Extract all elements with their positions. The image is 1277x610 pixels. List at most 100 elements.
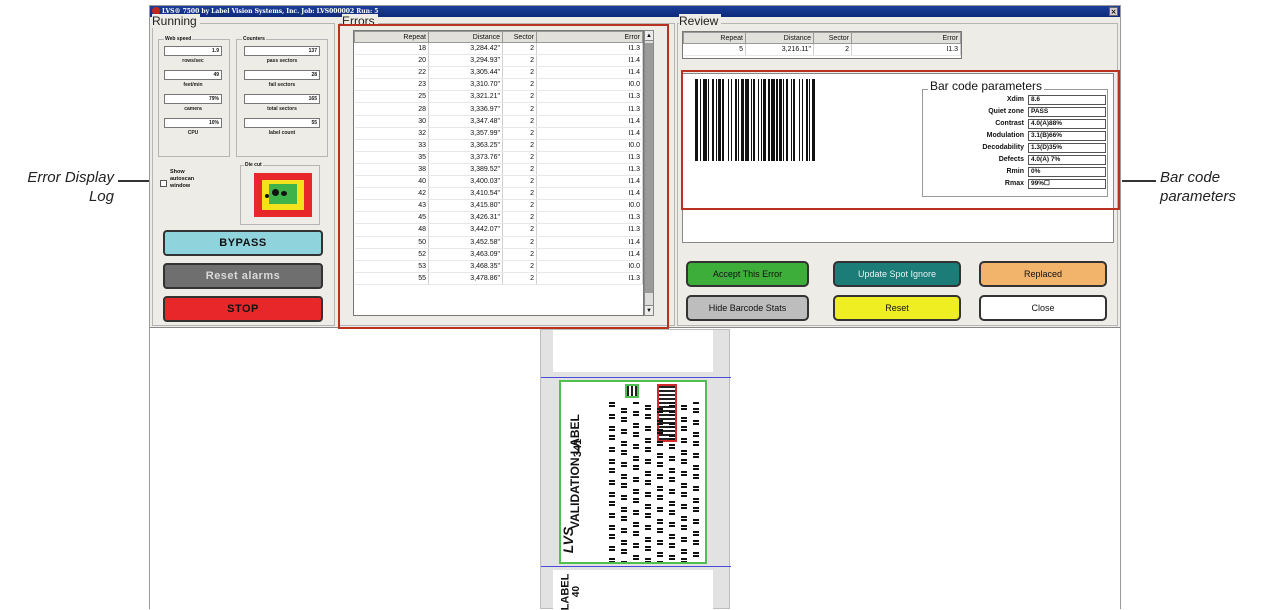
table-cell: 32 bbox=[354, 127, 429, 140]
show-autoscan-checkbox[interactable] bbox=[160, 180, 167, 187]
scroll-down-icon[interactable]: ▼ bbox=[645, 305, 653, 315]
barcode-param-name: Rmax bbox=[1004, 180, 1024, 187]
errors-col-repeat[interactable]: Repeat bbox=[354, 31, 429, 43]
fail-sectors-value: 28 bbox=[244, 70, 320, 80]
table-cell: 2 bbox=[502, 223, 537, 237]
table-cell: I1.4 bbox=[536, 187, 643, 201]
table-row[interactable]: 20 3,294.93" 2 I1.4 bbox=[354, 54, 643, 68]
table-cell: 3,284.42" bbox=[428, 42, 503, 56]
table-cell: 2 bbox=[502, 78, 537, 92]
table-cell: 3,400.03" bbox=[428, 175, 503, 189]
annotation-line-right bbox=[1122, 180, 1156, 182]
stop-button[interactable]: STOP bbox=[163, 296, 323, 322]
errors-col-error[interactable]: Error bbox=[536, 31, 643, 43]
validation-label: VALIDATION LABEL 341 LVS bbox=[559, 380, 707, 564]
table-row[interactable]: 22 3,305.44" 2 I1.4 bbox=[354, 66, 643, 80]
table-cell: 3,347.48" bbox=[428, 115, 503, 128]
table-row[interactable]: 50 3,452.58" 2 I1.4 bbox=[354, 236, 643, 249]
table-cell: I1.3 bbox=[536, 102, 643, 116]
update-spot-ignore-button[interactable]: Update Spot Ignore bbox=[833, 261, 961, 287]
scroll-up-icon[interactable]: ▲ bbox=[645, 31, 653, 41]
table-cell: I1.4 bbox=[536, 54, 643, 68]
table-cell: 25 bbox=[354, 90, 429, 104]
barcode-param-value: 3.1(B)66% bbox=[1028, 131, 1106, 141]
table-cell: 2 bbox=[502, 90, 537, 104]
table-row[interactable]: 45 3,426.31" 2 I1.3 bbox=[354, 211, 643, 225]
table-cell: 3,452.58" bbox=[428, 236, 503, 249]
reset-button[interactable]: Reset bbox=[833, 295, 961, 321]
table-row[interactable]: 52 3,463.09" 2 I1.4 bbox=[354, 248, 643, 261]
errors-scrollbar[interactable]: ▲ ▼ bbox=[644, 30, 654, 316]
barcode-param-value: 0% bbox=[1028, 167, 1106, 177]
total-sectors-value: 165 bbox=[244, 94, 320, 104]
fail-sectors-label: fail sectors bbox=[268, 82, 296, 88]
table-cell: I1.4 bbox=[536, 66, 643, 80]
table-cell: I1.3 bbox=[536, 163, 643, 177]
table-cell: I1.4 bbox=[536, 236, 643, 249]
table-cell: 2 bbox=[502, 272, 537, 285]
barcode-params-list: Xdim 8.6 Quiet zone PASS Contrast 4.0(A)88% Mo… bbox=[928, 95, 1108, 191]
label-logo: LVS bbox=[560, 526, 577, 554]
table-cell: I0.0 bbox=[536, 139, 643, 152]
table-cell: 2 bbox=[502, 199, 537, 213]
table-row[interactable]: 18 3,284.42" 2 I1.3 bbox=[354, 42, 643, 56]
barcode-param-name: Contrast bbox=[995, 120, 1024, 127]
table-row[interactable]: 53 3,468.35" 2 I0.0 bbox=[354, 260, 643, 273]
barcode-param-value: 4.0(A) 7% bbox=[1028, 155, 1106, 165]
label-image-area: VALIDATION LABEL 341 LVS LABEL 40 bbox=[150, 329, 1120, 610]
table-row[interactable]: 33 3,363.25" 2 I0.0 bbox=[354, 139, 643, 152]
label-barcodes bbox=[609, 402, 699, 562]
table-cell: I0.0 bbox=[536, 78, 643, 92]
table-row[interactable]: 40 3,400.03" 2 I1.4 bbox=[354, 175, 643, 189]
errors-col-sector[interactable]: Sector bbox=[502, 31, 537, 43]
bottom-label-text: LABEL bbox=[559, 573, 572, 610]
table-cell: 3,294.93" bbox=[428, 54, 503, 68]
table-row[interactable]: 23 3,310.70" 2 I0.0 bbox=[354, 78, 643, 92]
cpu-label: CPU bbox=[187, 130, 199, 136]
table-cell: 2 bbox=[502, 139, 537, 152]
table-row[interactable]: 28 3,336.97" 2 I1.3 bbox=[354, 102, 643, 116]
table-row[interactable]: 32 3,357.99" 2 I1.4 bbox=[354, 127, 643, 140]
running-title: Running bbox=[152, 14, 200, 28]
barcode-param-name: Quiet zone bbox=[988, 108, 1024, 115]
close-button[interactable]: Close bbox=[979, 295, 1107, 321]
errors-col-distance[interactable]: Distance bbox=[428, 31, 503, 43]
validation-label-number: 341 bbox=[572, 438, 585, 458]
barcode-params-title: Bar code parameters bbox=[928, 79, 1045, 93]
table-cell: I1.3 bbox=[536, 42, 643, 56]
table-row[interactable]: 38 3,389.52" 2 I1.3 bbox=[354, 163, 643, 177]
table-row[interactable]: 48 3,442.07" 2 I1.3 bbox=[354, 223, 643, 237]
table-cell: I0.0 bbox=[536, 199, 643, 213]
window-close-button[interactable]: × bbox=[1109, 7, 1118, 16]
scroll-thumb[interactable] bbox=[645, 43, 653, 293]
table-cell: 3,305.44" bbox=[428, 66, 503, 80]
table-row[interactable]: 30 3,347.48" 2 I1.4 bbox=[354, 115, 643, 128]
table-cell: 3,478.86" bbox=[428, 272, 503, 285]
barcode-param-value: 8.6 bbox=[1028, 95, 1106, 105]
reset-alarms-button[interactable]: Reset alarms bbox=[163, 263, 323, 289]
bypass-button[interactable]: BYPASS bbox=[163, 230, 323, 256]
die-cut-indicator bbox=[254, 173, 312, 217]
table-row[interactable]: 55 3,478.86" 2 I1.3 bbox=[354, 272, 643, 285]
validation-label-text: VALIDATION LABEL bbox=[568, 414, 582, 529]
table-row[interactable]: 35 3,373.76" 2 I1.3 bbox=[354, 151, 643, 164]
review-row[interactable]: 5 3,216.11" 2 I1.3 bbox=[683, 43, 961, 57]
table-cell: 40 bbox=[354, 175, 429, 189]
hide-barcode-stats-button[interactable]: Hide Barcode Stats bbox=[686, 295, 809, 321]
label-count-value: 55 bbox=[244, 118, 320, 128]
accept-error-button[interactable]: Accept This Error bbox=[686, 261, 809, 287]
replaced-button[interactable]: Replaced bbox=[979, 261, 1107, 287]
title-bar: LVS® 7500 by Label Vision Systems, Inc. … bbox=[150, 6, 1120, 17]
table-cell: I1.4 bbox=[536, 248, 643, 261]
barcode-param-value: 99%☐ bbox=[1028, 179, 1106, 189]
table-row[interactable]: 25 3,321.21" 2 I1.3 bbox=[354, 90, 643, 104]
label-bottom-partial: LABEL 40 bbox=[553, 570, 713, 610]
table-row[interactable]: 42 3,410.54" 2 I1.4 bbox=[354, 187, 643, 201]
label-separator-bottom bbox=[541, 566, 731, 567]
errors-title: Errors bbox=[342, 14, 378, 28]
table-cell: I1.3 bbox=[536, 223, 643, 237]
review-col-error: Error bbox=[851, 32, 961, 44]
table-cell: I1.3 bbox=[536, 211, 643, 225]
die-cut-title: Die cut bbox=[244, 162, 263, 168]
table-row[interactable]: 43 3,415.80" 2 I0.0 bbox=[354, 199, 643, 213]
